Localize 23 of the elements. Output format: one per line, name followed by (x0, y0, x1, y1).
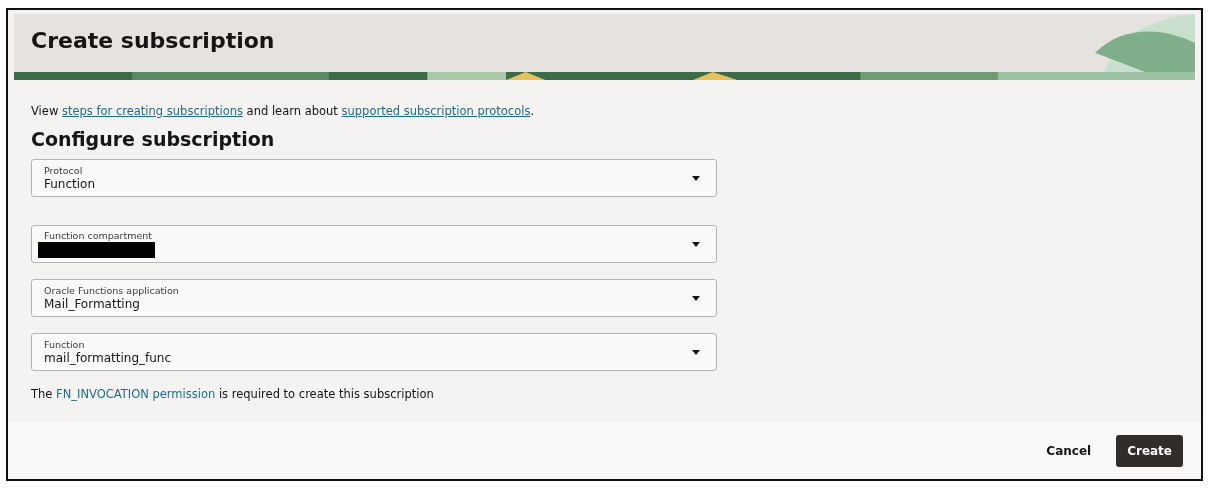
field-value: Mail_Formatting (44, 297, 141, 311)
cancel-button[interactable]: Cancel (1035, 434, 1103, 467)
dialog-title: Create subscription (30, 27, 275, 55)
permission-note: The FN_INVOCATION permission is required to create this subscription (31, 387, 435, 401)
caret-icon (692, 175, 700, 181)
intro-text: View steps for creating subscriptions and learn about supported subscription protocols. (31, 104, 536, 118)
field-label: Oracle Functions application (44, 285, 179, 296)
field-label: Protocol (44, 165, 84, 176)
permission-link[interactable]: FN_INVOCATION permission (56, 387, 216, 401)
select-field[interactable]: Function mail_formatting_func (31, 333, 717, 371)
caret-icon (692, 349, 700, 355)
caret-icon (692, 295, 700, 301)
field-label: Function compartment (44, 230, 154, 241)
section-title: Configure subscription (31, 128, 276, 150)
caret-icon (692, 241, 700, 247)
field-label: Function (44, 339, 86, 350)
help-link[interactable]: steps for creating subscriptions (61, 104, 243, 118)
select-field[interactable]: Protocol Function (31, 159, 717, 197)
field-value: mail_formatting_func (44, 351, 172, 365)
field-value: Function (44, 177, 96, 191)
select-field[interactable]: Function compartment (31, 225, 717, 263)
select-field[interactable]: Oracle Functions application Mail_Formatting (31, 279, 717, 317)
create-button[interactable]: Create (1116, 434, 1183, 467)
